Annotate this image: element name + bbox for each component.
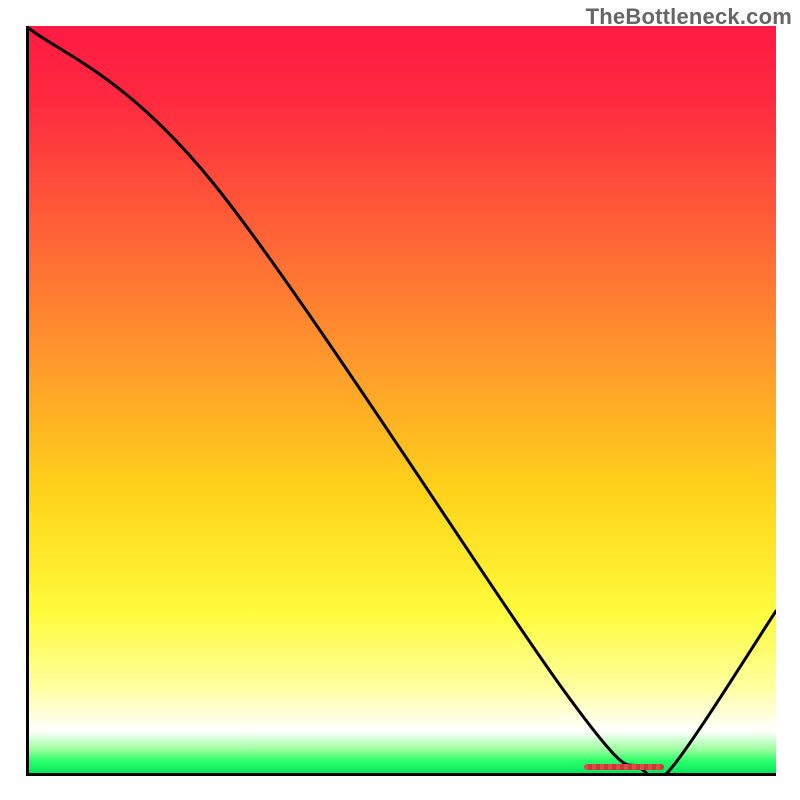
min-marker	[584, 764, 664, 770]
chart-container: TheBottleneck.com	[0, 0, 800, 800]
gradient-background	[26, 26, 776, 776]
plot-area	[26, 26, 776, 776]
